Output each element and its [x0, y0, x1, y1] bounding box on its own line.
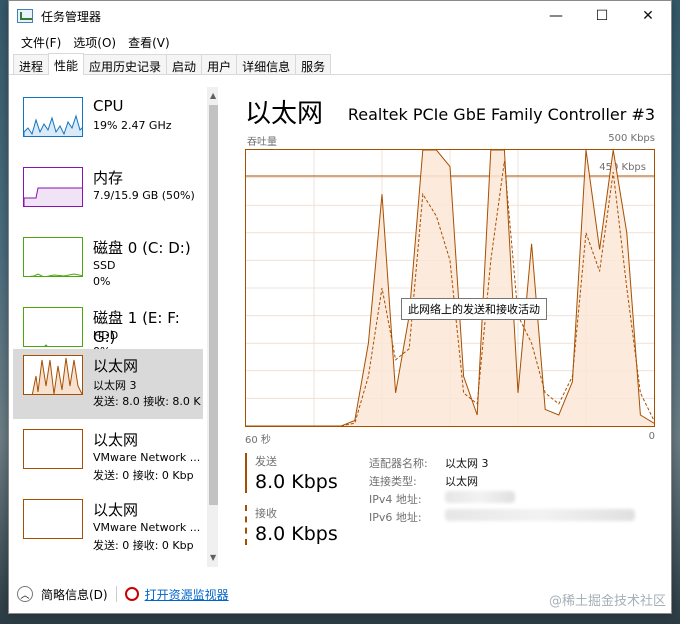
- sidebar-item-title: 内存: [93, 169, 124, 187]
- chart-max-label: 500 Kbps: [608, 133, 655, 144]
- axis-left-label: 60 秒: [245, 435, 271, 446]
- tab-details[interactable]: 详细信息: [236, 54, 297, 74]
- adapter-name-value: 以太网 3: [445, 457, 489, 470]
- throughput-chart-svg: 450 Kbps: [246, 149, 655, 427]
- disk1-thumbnail-graph: [23, 307, 83, 347]
- sidebar-item-detail: VMware Network ...: [93, 451, 201, 464]
- ethernet-vmware1-thumbnail-graph: [23, 429, 83, 469]
- adapter-subtitle: Realtek PCIe GbE Family Controller #3: [347, 105, 655, 124]
- resource-monitor-icon: [124, 587, 139, 601]
- ipv6-value-redacted: [445, 509, 635, 521]
- sidebar-item-detail: 19% 2.47 GHz: [93, 119, 172, 132]
- adapter-name-key: 适配器名称:: [369, 457, 428, 470]
- axis-right-label: 0: [648, 431, 655, 442]
- tab-performance[interactable]: 性能: [48, 53, 85, 75]
- tab-users[interactable]: 用户: [201, 54, 238, 74]
- ipv6-key: IPv6 地址:: [369, 511, 422, 524]
- maximize-button[interactable]: ☐: [579, 1, 625, 31]
- sidebar-item-detail: HDD: [93, 329, 119, 342]
- ethernet-vmware2-thumbnail-graph: [23, 499, 83, 539]
- connection-type-value: 以太网: [445, 475, 478, 488]
- throughput-chart: 450 Kbps: [245, 149, 655, 427]
- sidebar-item-title: 以太网: [93, 431, 139, 449]
- chevron-up-icon[interactable]: ︿: [17, 586, 33, 602]
- scrollbar-thumb[interactable]: [209, 105, 218, 505]
- chart-450-label: 450 Kbps: [599, 162, 646, 173]
- sidebar-item-detail: 以太网 3: [93, 379, 137, 392]
- scroll-down-icon[interactable]: ▼: [210, 553, 216, 562]
- sidebar-item-usage: 发送: 0 接收: 0 Kbp: [93, 469, 194, 482]
- sidebar-item-detail: 7.9/15.9 GB (50%): [93, 189, 195, 202]
- sidebar-item-title: CPU: [93, 97, 124, 115]
- sidebar-item-cpu[interactable]: CPU 19% 2.47 GHz: [13, 91, 203, 161]
- sidebar-item-usage: 0%: [93, 275, 111, 288]
- connection-type-key: 连接类型:: [369, 475, 417, 488]
- send-value: 8.0 Kbps: [255, 471, 338, 493]
- page-title: 以太网: [245, 99, 324, 129]
- menu-options[interactable]: 选项(O): [67, 34, 122, 51]
- menu-file[interactable]: 文件(F): [15, 34, 67, 51]
- sidebar-item-usage: 发送: 0 接收: 0 Kbp: [93, 539, 194, 552]
- memory-thumbnail-graph: [23, 167, 83, 207]
- sidebar-item-ethernet-vmware-2[interactable]: 以太网 VMware Network ... 发送: 0 接收: 0 Kbp: [13, 493, 203, 563]
- close-button[interactable]: ✕: [625, 1, 671, 31]
- sidebar-item-detail: VMware Network ...: [93, 521, 201, 534]
- chart-throughput-label: 吞吐量: [247, 137, 277, 148]
- receive-stat: 接收 8.0 Kbps: [245, 505, 345, 545]
- window-title: 任务管理器: [41, 9, 102, 24]
- tab-app-history[interactable]: 应用历史记录: [83, 54, 168, 74]
- sidebar-item-title: 以太网: [93, 357, 139, 375]
- tab-startup[interactable]: 启动: [166, 54, 203, 74]
- sidebar-scrollbar[interactable]: ▲ ▼: [207, 87, 218, 567]
- disk0-thumbnail-graph: [23, 237, 83, 277]
- ethernet3-thumbnail-graph: [23, 355, 83, 395]
- adapter-info: 适配器名称: 以太网 3 连接类型: 以太网 IPv4 地址: IPv6 地址:: [369, 455, 635, 527]
- title-bar[interactable]: 任务管理器 — ☐ ✕: [9, 1, 671, 31]
- scroll-up-icon[interactable]: ▲: [210, 91, 216, 100]
- tab-processes[interactable]: 进程: [13, 54, 50, 74]
- ipv4-key: IPv4 地址:: [369, 493, 422, 506]
- task-manager-window: 任务管理器 — ☐ ✕ 文件(F) 选项(O) 查看(V) 进程 性能 应用历史…: [8, 0, 672, 614]
- send-stat: 发送 8.0 Kbps: [245, 453, 345, 493]
- tab-services[interactable]: 服务: [295, 54, 332, 74]
- menu-bar: 文件(F) 选项(O) 查看(V): [9, 31, 671, 53]
- sidebar-item-title: 以太网: [93, 501, 139, 519]
- footer-divider: [115, 586, 117, 602]
- sidebar-item-ethernet-3[interactable]: 以太网 以太网 3 发送: 8.0 接收: 8.0 K: [13, 349, 203, 419]
- tab-bar: 进程 性能 应用历史记录 启动 用户 详细信息 服务: [9, 53, 671, 75]
- sidebar-item-disk0[interactable]: 磁盘 0 (C: D:) SSD 0%: [13, 231, 203, 301]
- minimize-button[interactable]: —: [533, 1, 579, 31]
- send-label: 发送: [255, 455, 277, 468]
- fewer-details-button[interactable]: 简略信息(D): [41, 586, 108, 603]
- ipv4-value-redacted: [445, 491, 515, 503]
- receive-label: 接收: [255, 507, 277, 520]
- receive-value: 8.0 Kbps: [255, 523, 338, 545]
- sidebar-item-memory[interactable]: 内存 7.9/15.9 GB (50%): [13, 161, 203, 231]
- sidebar-item-title: 磁盘 0 (C: D:): [93, 239, 191, 257]
- sidebar-item-detail: SSD: [93, 259, 116, 272]
- performance-sidebar: CPU 19% 2.47 GHz 内存 7.9/15.9 GB (50%) 磁盘…: [13, 87, 218, 567]
- task-manager-icon: [17, 9, 33, 23]
- sidebar-item-ethernet-vmware-1[interactable]: 以太网 VMware Network ... 发送: 0 接收: 0 Kbp: [13, 423, 203, 493]
- cpu-thumbnail-graph: [23, 97, 83, 137]
- sidebar-item-usage: 发送: 8.0 接收: 8.0 K: [93, 395, 201, 408]
- menu-view[interactable]: 查看(V): [122, 34, 176, 51]
- open-resource-monitor-link[interactable]: 打开资源监视器: [145, 586, 229, 603]
- chart-tooltip: 此网络上的发送和接收活动: [401, 298, 547, 320]
- watermark: @稀土掘金技术社区: [548, 594, 666, 609]
